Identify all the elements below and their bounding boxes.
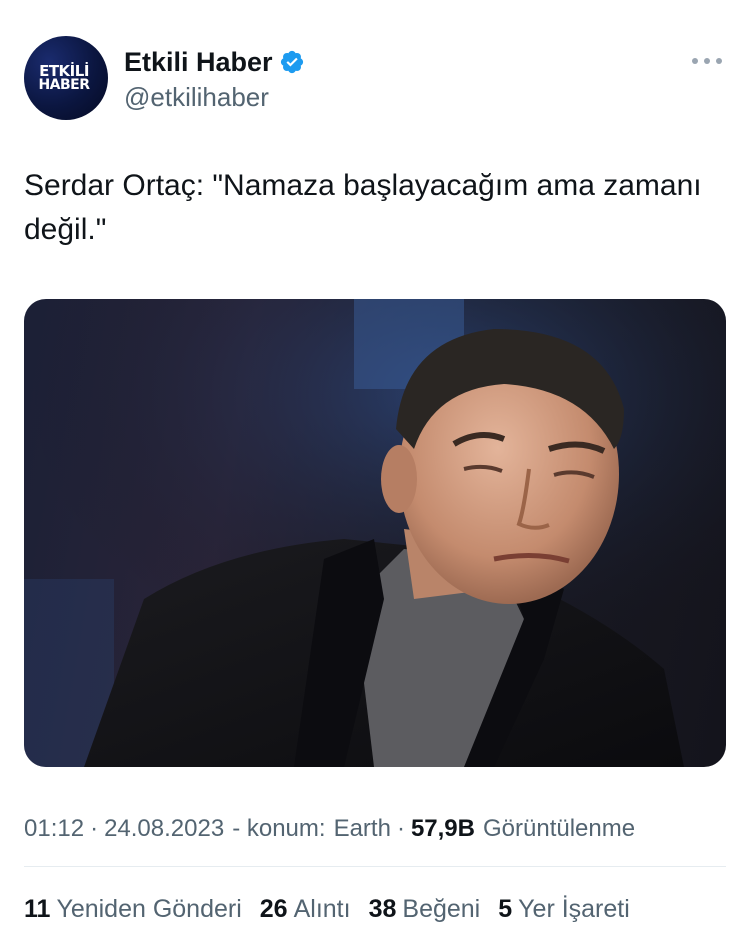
tweet-date[interactable]: 24.08.2023 xyxy=(104,815,224,843)
quotes-stat[interactable]: 26 Alıntı xyxy=(260,895,351,924)
display-name[interactable]: Etkili Haber xyxy=(124,47,273,78)
verified-badge-icon xyxy=(279,49,305,75)
likes-count: 38 xyxy=(368,894,397,923)
divider xyxy=(24,866,726,867)
location-prefix: - konum: xyxy=(232,815,326,842)
location: Earth xyxy=(333,815,391,842)
separator-dot: · xyxy=(90,815,99,842)
quotes-label: Alıntı xyxy=(293,894,351,923)
likes-label: Beğeni xyxy=(402,894,481,923)
retweets-count: 11 xyxy=(24,894,51,923)
engagement-stats: 11 Yeniden Gönderi 26 Alıntı 38 Beğeni 5… xyxy=(24,892,734,926)
separator-dot: · xyxy=(396,815,405,842)
bookmarks-stat[interactable]: 5 Yer İşareti xyxy=(498,895,630,924)
more-options-icon[interactable] xyxy=(692,54,722,68)
likes-stat[interactable]: 38 Beğeni xyxy=(369,895,481,924)
avatar[interactable]: ETKİLİ HABER xyxy=(24,36,108,120)
avatar-logo-text-top: ETKİLİ xyxy=(39,62,89,80)
portrait-photo xyxy=(24,299,726,767)
account-handle[interactable]: @etkilihaber xyxy=(124,82,269,113)
name-row: Etkili Haber xyxy=(124,46,305,78)
bookmarks-label: Yer İşareti xyxy=(518,894,630,923)
tweet-meta: 01:12 · 24.08.2023 - konum: Earth · 57,9… xyxy=(24,812,726,846)
tweet-time[interactable]: 01:12 xyxy=(24,815,84,843)
avatar-logo-text-bottom: HABER xyxy=(38,77,90,93)
bookmarks-count: 5 xyxy=(498,894,513,923)
views-label: Görüntülenme xyxy=(482,815,636,842)
tweet-image[interactable] xyxy=(24,299,726,767)
tweet-header: ETKİLİ HABER Etkili Haber @etkilihaber xyxy=(24,36,726,126)
tweet-text: Serdar Ortaç: "Namaza başlayacağım ama z… xyxy=(24,169,702,246)
retweets-label: Yeniden Gönderi xyxy=(56,894,242,923)
quotes-count: 26 xyxy=(259,894,288,923)
views-count[interactable]: 57,9B xyxy=(411,815,475,843)
retweets-stat[interactable]: 11 Yeniden Gönderi xyxy=(24,895,242,924)
